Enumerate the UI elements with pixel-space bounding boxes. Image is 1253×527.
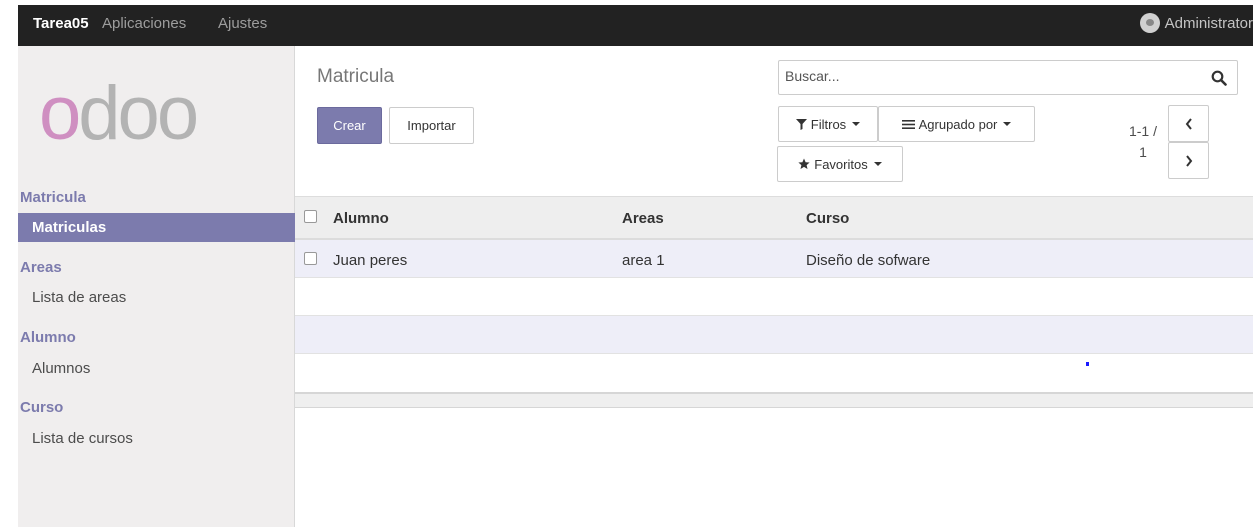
sidebar-item-matriculas[interactable]: Matriculas [18,213,295,242]
cell-curso: Diseño de sofware [806,252,931,269]
chevron-left-icon [1185,117,1192,130]
list-icon [901,119,915,129]
caret-down-icon [852,122,861,126]
filters-dropdown[interactable]: Filtros [778,106,878,142]
pager-range: 1-1 / [1128,123,1157,139]
sidebar-section-curso: Curso [20,399,64,416]
create-button[interactable]: Crear [317,107,382,144]
pager-next-button[interactable] [1168,142,1209,179]
search-input[interactable] [785,68,1185,84]
column-header-areas[interactable]: Areas [622,210,664,227]
favorites-dropdown[interactable]: Favoritos [777,146,903,182]
user-menu[interactable]: Administrator [1139,13,1253,33]
table-row[interactable]: Juan peres area 1 Diseño de sofware [295,240,1253,278]
sidebar-section-matricula: Matricula [20,189,86,206]
pager-value[interactable]: 1-1 / 1 [1124,121,1162,163]
import-button[interactable]: Importar [389,107,474,144]
table-footer [295,392,1253,408]
favorites-label: Favoritos [814,156,868,172]
caret-down-icon [873,162,882,166]
odoo-logo[interactable]: odoo [39,76,199,152]
sidebar-item-lista-de-cursos[interactable]: Lista de cursos [32,430,133,447]
app-window: Tarea05 Aplicaciones Ajustes Administrat… [0,0,1253,527]
pager-previous-button[interactable] [1168,105,1209,142]
column-header-alumno[interactable]: Alumno [333,210,389,227]
empty-row [295,278,1253,316]
table-header: Alumno Areas Curso [295,196,1253,240]
search-box [778,60,1238,95]
cell-alumno: Juan peres [333,252,408,269]
search-icon[interactable] [1211,70,1227,86]
cell-areas: area 1 [622,252,665,269]
select-all-checkbox[interactable] [304,210,317,223]
sidebar-section-alumno: Alumno [20,329,76,346]
sidebar-item-lista-de-areas[interactable]: Lista de areas [32,289,126,306]
star-icon [798,158,810,169]
row-checkbox[interactable] [304,252,317,265]
sidebar-section-areas: Areas [20,259,62,276]
groupby-dropdown[interactable]: Agrupado por [878,106,1035,142]
empty-row [295,316,1253,354]
avatar-icon [1139,13,1160,33]
page-title: Matricula [317,66,395,87]
list-table: Alumno Areas Curso Juan peres area 1 Dis… [295,196,1253,408]
filters-label: Filtros [810,116,847,132]
artifact-dot [1086,362,1089,366]
sidebar-item-alumnos[interactable]: Alumnos [32,360,90,377]
menu-aplicaciones[interactable]: Aplicaciones [102,15,186,32]
groupby-label: Agrupado por [918,116,998,132]
column-header-curso[interactable]: Curso [806,210,849,227]
chevron-right-icon [1185,154,1192,167]
top-navbar: Tarea05 Aplicaciones Ajustes Administrat… [0,0,1253,46]
caret-down-icon [1003,122,1012,126]
top-navbar-inner: Tarea05 Aplicaciones Ajustes Administrat… [18,5,1253,46]
user-name: Administrator [1164,14,1253,32]
pager-total: 1 [1139,144,1147,160]
menu-ajustes[interactable]: Ajustes [218,15,267,32]
empty-row [295,354,1253,392]
menu-tarea05[interactable]: Tarea05 [33,15,89,32]
sidebar: odoo Matricula Matriculas Areas Lista de… [18,46,295,527]
filter-icon [795,118,807,130]
